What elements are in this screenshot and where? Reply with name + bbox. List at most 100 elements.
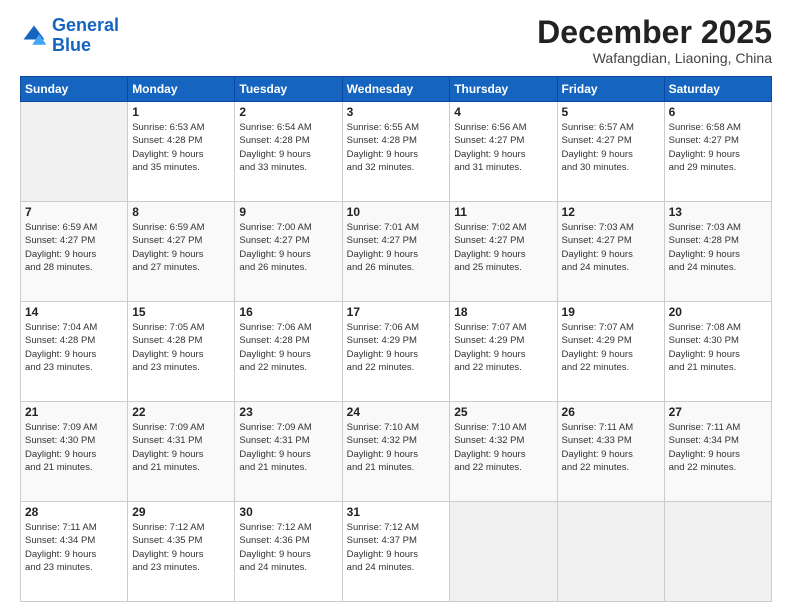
month-title: December 2025 xyxy=(537,16,772,48)
calendar-cell: 23 Sunrise: 7:09 AMSunset: 4:31 PMDayligh… xyxy=(235,402,342,502)
day-info: Sunrise: 7:02 AMSunset: 4:27 PMDaylight:… xyxy=(454,221,552,274)
weekday-header-thursday: Thursday xyxy=(450,77,557,102)
calendar-cell: 2 Sunrise: 6:54 AMSunset: 4:28 PMDaylight… xyxy=(235,102,342,202)
day-info: Sunrise: 7:06 AMSunset: 4:29 PMDaylight:… xyxy=(347,321,446,374)
calendar-cell: 16 Sunrise: 7:06 AMSunset: 4:28 PMDayligh… xyxy=(235,302,342,402)
calendar-cell: 24Sunrise: 7:10 AMSunset: 4:32 PMDayligh… xyxy=(342,402,450,502)
day-number: 3 xyxy=(347,105,446,119)
calendar-week-5: 28 Sunrise: 7:11 AMSunset: 4:34 PMDayligh… xyxy=(21,502,772,602)
day-info: Sunrise: 7:10 AMSunset: 4:32 PMDaylight:… xyxy=(454,421,552,474)
weekday-header-monday: Monday xyxy=(128,77,235,102)
header: General Blue December 2025 Wafangdian, L… xyxy=(20,16,772,66)
day-number: 2 xyxy=(239,105,337,119)
calendar-cell: 10Sunrise: 7:01 AMSunset: 4:27 PMDayligh… xyxy=(342,202,450,302)
calendar-cell: 8 Sunrise: 6:59 AMSunset: 4:27 PMDaylight… xyxy=(128,202,235,302)
day-number: 20 xyxy=(669,305,767,319)
day-info: Sunrise: 6:55 AMSunset: 4:28 PMDaylight:… xyxy=(347,121,446,174)
calendar-cell xyxy=(557,502,664,602)
calendar-week-4: 21 Sunrise: 7:09 AMSunset: 4:30 PMDayligh… xyxy=(21,402,772,502)
day-number: 5 xyxy=(562,105,660,119)
day-info: Sunrise: 7:12 AMSunset: 4:35 PMDaylight:… xyxy=(132,521,230,574)
day-info: Sunrise: 7:07 AMSunset: 4:29 PMDaylight:… xyxy=(562,321,660,374)
logo: General Blue xyxy=(20,16,119,56)
weekday-header-saturday: Saturday xyxy=(664,77,771,102)
day-info: Sunrise: 7:12 AMSunset: 4:37 PMDaylight:… xyxy=(347,521,446,574)
day-number: 30 xyxy=(239,505,337,519)
calendar-page: General Blue December 2025 Wafangdian, L… xyxy=(0,0,792,612)
day-info: Sunrise: 6:54 AMSunset: 4:28 PMDaylight:… xyxy=(239,121,337,174)
day-number: 9 xyxy=(239,205,337,219)
day-info: Sunrise: 7:09 AMSunset: 4:31 PMDaylight:… xyxy=(132,421,230,474)
day-info: Sunrise: 6:57 AMSunset: 4:27 PMDaylight:… xyxy=(562,121,660,174)
day-info: Sunrise: 7:04 AMSunset: 4:28 PMDaylight:… xyxy=(25,321,123,374)
calendar-cell: 3 Sunrise: 6:55 AMSunset: 4:28 PMDaylight… xyxy=(342,102,450,202)
weekday-header-tuesday: Tuesday xyxy=(235,77,342,102)
calendar-cell: 11 Sunrise: 7:02 AMSunset: 4:27 PMDayligh… xyxy=(450,202,557,302)
day-info: Sunrise: 7:09 AMSunset: 4:30 PMDaylight:… xyxy=(25,421,123,474)
day-number: 14 xyxy=(25,305,123,319)
calendar-cell: 14 Sunrise: 7:04 AMSunset: 4:28 PMDayligh… xyxy=(21,302,128,402)
day-number: 6 xyxy=(669,105,767,119)
calendar-week-2: 7 Sunrise: 6:59 AMSunset: 4:27 PMDaylight… xyxy=(21,202,772,302)
calendar-cell: 15Sunrise: 7:05 AMSunset: 4:28 PMDayligh… xyxy=(128,302,235,402)
day-info: Sunrise: 6:58 AMSunset: 4:27 PMDaylight:… xyxy=(669,121,767,174)
day-info: Sunrise: 7:09 AMSunset: 4:31 PMDaylight:… xyxy=(239,421,337,474)
day-number: 21 xyxy=(25,405,123,419)
day-number: 19 xyxy=(562,305,660,319)
day-number: 12 xyxy=(562,205,660,219)
day-number: 28 xyxy=(25,505,123,519)
calendar-cell: 27Sunrise: 7:11 AMSunset: 4:34 PMDayligh… xyxy=(664,402,771,502)
calendar-cell: 25 Sunrise: 7:10 AMSunset: 4:32 PMDayligh… xyxy=(450,402,557,502)
calendar-week-3: 14 Sunrise: 7:04 AMSunset: 4:28 PMDayligh… xyxy=(21,302,772,402)
calendar-cell: 20Sunrise: 7:08 AMSunset: 4:30 PMDayligh… xyxy=(664,302,771,402)
weekday-header-row: SundayMondayTuesdayWednesdayThursdayFrid… xyxy=(21,77,772,102)
day-number: 23 xyxy=(239,405,337,419)
calendar-week-1: 1Sunrise: 6:53 AMSunset: 4:28 PMDaylight… xyxy=(21,102,772,202)
day-info: Sunrise: 7:07 AMSunset: 4:29 PMDaylight:… xyxy=(454,321,552,374)
day-number: 7 xyxy=(25,205,123,219)
calendar-cell xyxy=(21,102,128,202)
logo-text: General Blue xyxy=(52,16,119,56)
day-info: Sunrise: 6:53 AMSunset: 4:28 PMDaylight:… xyxy=(132,121,230,174)
calendar-cell xyxy=(450,502,557,602)
day-number: 13 xyxy=(669,205,767,219)
day-number: 11 xyxy=(454,205,552,219)
calendar-cell xyxy=(664,502,771,602)
day-number: 17 xyxy=(347,305,446,319)
calendar-cell: 21 Sunrise: 7:09 AMSunset: 4:30 PMDayligh… xyxy=(21,402,128,502)
calendar-cell: 9 Sunrise: 7:00 AMSunset: 4:27 PMDaylight… xyxy=(235,202,342,302)
calendar-table: SundayMondayTuesdayWednesdayThursdayFrid… xyxy=(20,76,772,602)
calendar-cell: 22Sunrise: 7:09 AMSunset: 4:31 PMDayligh… xyxy=(128,402,235,502)
calendar-cell: 6 Sunrise: 6:58 AMSunset: 4:27 PMDaylight… xyxy=(664,102,771,202)
day-number: 25 xyxy=(454,405,552,419)
calendar-cell: 7Sunrise: 6:59 AMSunset: 4:27 PMDaylight… xyxy=(21,202,128,302)
calendar-cell: 12 Sunrise: 7:03 AMSunset: 4:27 PMDayligh… xyxy=(557,202,664,302)
day-info: Sunrise: 7:03 AMSunset: 4:28 PMDaylight:… xyxy=(669,221,767,274)
calendar-cell: 17 Sunrise: 7:06 AMSunset: 4:29 PMDayligh… xyxy=(342,302,450,402)
weekday-header-wednesday: Wednesday xyxy=(342,77,450,102)
calendar-cell: 29Sunrise: 7:12 AMSunset: 4:35 PMDayligh… xyxy=(128,502,235,602)
day-info: Sunrise: 7:06 AMSunset: 4:28 PMDaylight:… xyxy=(239,321,337,374)
calendar-cell: 18Sunrise: 7:07 AMSunset: 4:29 PMDayligh… xyxy=(450,302,557,402)
calendar-cell: 4 Sunrise: 6:56 AMSunset: 4:27 PMDaylight… xyxy=(450,102,557,202)
day-info: Sunrise: 7:11 AMSunset: 4:33 PMDaylight:… xyxy=(562,421,660,474)
day-number: 16 xyxy=(239,305,337,319)
title-block: December 2025 Wafangdian, Liaoning, Chin… xyxy=(537,16,772,66)
calendar-cell: 26Sunrise: 7:11 AMSunset: 4:33 PMDayligh… xyxy=(557,402,664,502)
day-info: Sunrise: 6:56 AMSunset: 4:27 PMDaylight:… xyxy=(454,121,552,174)
calendar-cell: 31 Sunrise: 7:12 AMSunset: 4:37 PMDayligh… xyxy=(342,502,450,602)
weekday-header-friday: Friday xyxy=(557,77,664,102)
day-info: Sunrise: 7:11 AMSunset: 4:34 PMDaylight:… xyxy=(669,421,767,474)
day-info: Sunrise: 7:00 AMSunset: 4:27 PMDaylight:… xyxy=(239,221,337,274)
day-info: Sunrise: 7:03 AMSunset: 4:27 PMDaylight:… xyxy=(562,221,660,274)
logo-icon xyxy=(20,22,48,50)
day-info: Sunrise: 7:11 AMSunset: 4:34 PMDaylight:… xyxy=(25,521,123,574)
day-number: 8 xyxy=(132,205,230,219)
day-info: Sunrise: 7:12 AMSunset: 4:36 PMDaylight:… xyxy=(239,521,337,574)
calendar-cell: 13 Sunrise: 7:03 AMSunset: 4:28 PMDayligh… xyxy=(664,202,771,302)
day-number: 4 xyxy=(454,105,552,119)
day-info: Sunrise: 7:05 AMSunset: 4:28 PMDaylight:… xyxy=(132,321,230,374)
day-number: 31 xyxy=(347,505,446,519)
calendar-cell: 5 Sunrise: 6:57 AMSunset: 4:27 PMDaylight… xyxy=(557,102,664,202)
day-info: Sunrise: 6:59 AMSunset: 4:27 PMDaylight:… xyxy=(132,221,230,274)
